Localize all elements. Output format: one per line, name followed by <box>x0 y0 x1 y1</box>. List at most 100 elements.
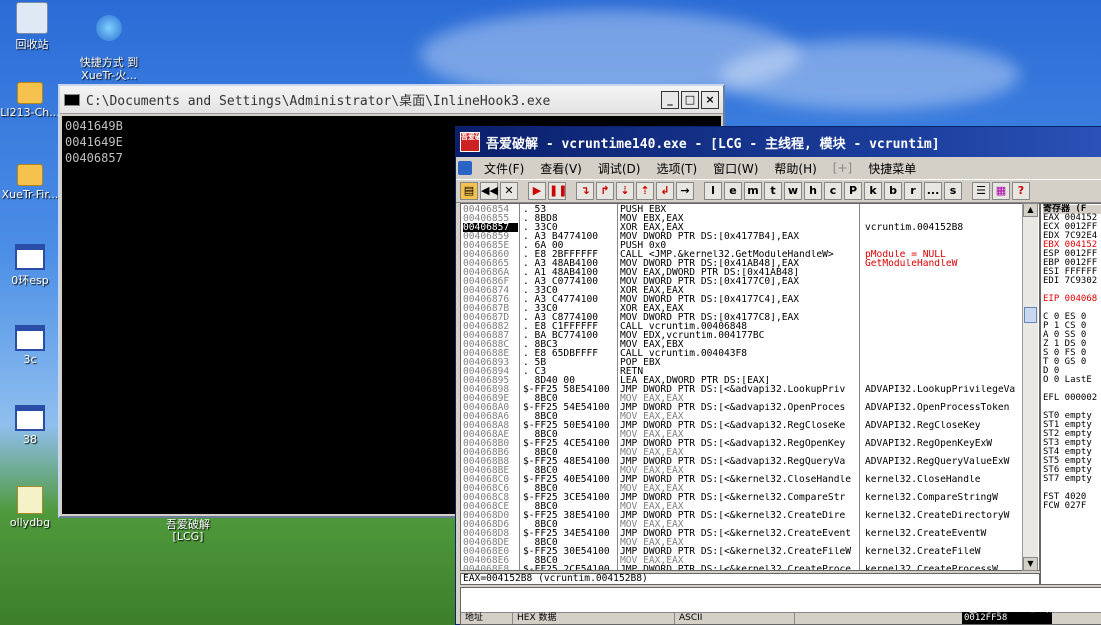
toolbar-t-button[interactable]: t <box>764 182 782 200</box>
address-cell[interactable]: 004068C8 <box>463 493 518 502</box>
address-cell[interactable]: 004068C0 <box>463 475 518 484</box>
restart-icon[interactable]: ◀◀ <box>480 182 498 200</box>
menu-help[interactable]: 帮助(H) <box>766 160 824 177</box>
toolbar-w-button[interactable]: w <box>784 182 802 200</box>
address-cell[interactable]: 00406859 <box>463 232 518 241</box>
hex-cell[interactable]: . A1 48AB4100 <box>523 268 618 277</box>
hex-cell[interactable]: . 33C0 <box>523 286 618 295</box>
hex-cell[interactable]: . 6A 00 <box>523 241 618 250</box>
disasm-cell[interactable]: MOV EDX,vcruntim.004177BC <box>620 331 855 340</box>
hex-cell[interactable]: $-FF25 3CE54100 <box>523 493 618 502</box>
address-cell[interactable]: 00406882 <box>463 322 518 331</box>
comment-cell[interactable]: ADVAPI32.OpenProcessToken <box>865 403 1035 412</box>
hex-cell[interactable]: 8BC0 <box>523 556 618 565</box>
menu-plus[interactable]: [+] <box>825 161 860 175</box>
menu-debug[interactable]: 调试(D) <box>590 160 649 177</box>
hex-cell[interactable]: . A3 C8774100 <box>523 313 618 322</box>
address-cell[interactable]: 004068C6 <box>463 484 518 493</box>
comment-cell[interactable] <box>865 412 1035 421</box>
toolbar-r-button[interactable]: r <box>904 182 922 200</box>
toolbar-h-button[interactable]: h <box>804 182 822 200</box>
hex-cell[interactable]: . C3 <box>523 367 618 376</box>
disasm-cell[interactable]: MOV EAX,EAX <box>620 520 855 529</box>
comment-cell[interactable] <box>865 538 1035 547</box>
address-cell[interactable]: 0040685E <box>463 241 518 250</box>
help-icon[interactable]: ? <box>1012 182 1030 200</box>
hex-cell[interactable]: . A3 C4774100 <box>523 295 618 304</box>
disasm-cell[interactable]: MOV EAX,EAX <box>620 394 855 403</box>
comment-cell[interactable] <box>865 484 1035 493</box>
comment-cell[interactable] <box>865 556 1035 565</box>
hex-cell[interactable]: . 53 <box>523 205 618 214</box>
comment-cell[interactable] <box>865 520 1035 529</box>
step-into-icon[interactable]: ↴ <box>576 182 594 200</box>
hex-cell[interactable]: $-FF25 50E54100 <box>523 421 618 430</box>
comment-cell[interactable] <box>865 358 1035 367</box>
toolbar-dots-button[interactable]: ... <box>924 182 942 200</box>
address-cell[interactable]: 00406865 <box>463 259 518 268</box>
disasm-cell[interactable]: JMP DWORD PTR DS:[<&advapi32.RegCloseKe <box>620 421 855 430</box>
menu-options[interactable]: 选项(T) <box>648 160 705 177</box>
hex-cell[interactable]: $-FF25 34E54100 <box>523 529 618 538</box>
comment-cell[interactable] <box>865 277 1035 286</box>
disasm-cell[interactable]: MOV EAX,EAX <box>620 484 855 493</box>
hex-cell[interactable]: $-FF25 54E54100 <box>523 403 618 412</box>
menu-shortcut[interactable]: 快捷菜单 <box>860 160 924 177</box>
open-icon[interactable]: ▤ <box>460 182 478 200</box>
disasm-cell[interactable]: MOV EAX,EAX <box>620 448 855 457</box>
disasm-cell[interactable]: PUSH 0x0 <box>620 241 855 250</box>
disasm-cell[interactable]: JMP DWORD PTR DS:[<&kernel32.CreateEvent <box>620 529 855 538</box>
disassembly-pane[interactable]: 00406854 00406855 00406857 00406859 0040685E… <box>460 203 1040 571</box>
address-cell[interactable]: 0040688C <box>463 340 518 349</box>
desktop-icon-0esp[interactable]: 0环esp <box>0 244 62 288</box>
comment-cell[interactable] <box>865 214 1035 223</box>
comment-cell[interactable]: kernel32.CompareStringW <box>865 493 1035 502</box>
hex-cell[interactable]: . E8 65DBFFFF <box>523 349 618 358</box>
disasm-cell[interactable]: JMP DWORD PTR DS:[<&advapi32.OpenProces <box>620 403 855 412</box>
address-cell[interactable]: 0040686F <box>463 277 518 286</box>
desktop-icon-recycle-bin[interactable]: 回收站 <box>0 2 64 52</box>
comment-cell[interactable] <box>865 448 1035 457</box>
comment-cell[interactable] <box>865 367 1035 376</box>
address-cell[interactable]: 00406855 <box>463 214 518 223</box>
scroll-thumb[interactable] <box>1024 307 1037 323</box>
hex-cell[interactable]: $-FF25 40E54100 <box>523 475 618 484</box>
hex-cell[interactable]: . 8BC3 <box>523 340 618 349</box>
comment-cell[interactable]: kernel32.CreateProcessW <box>865 565 1035 570</box>
comment-cell[interactable] <box>865 466 1035 475</box>
disasm-cell[interactable]: CALL vcruntim.004043F8 <box>620 349 855 358</box>
desktop-icon-ollydbg[interactable]: ollydbg <box>0 486 62 529</box>
toolbar-e-button[interactable]: e <box>724 182 742 200</box>
hex-cell[interactable]: 8BC0 <box>523 502 618 511</box>
debugger-titlebar[interactable]: 吾爱破解 吾爱破解 - vcruntime140.exe - [LCG - 主线… <box>456 127 1101 157</box>
address-cell[interactable]: 00406895 <box>463 376 518 385</box>
console-titlebar[interactable]: C:\Documents and Settings\Administrator\… <box>60 86 723 114</box>
disasm-cell[interactable]: JMP DWORD PTR DS:[<&advapi32.RegQueryVa <box>620 457 855 466</box>
disasm-cell[interactable]: MOV EAX,EAX <box>620 502 855 511</box>
comment-cell[interactable]: kernel32.CreateDirectoryW <box>865 511 1035 520</box>
address-cell[interactable]: 00406874 <box>463 286 518 295</box>
address-cell[interactable]: 004068A0 <box>463 403 518 412</box>
execute-till-return-icon[interactable]: ↲ <box>656 182 674 200</box>
address-cell[interactable]: 0040689E <box>463 394 518 403</box>
address-cell[interactable]: 004068CE <box>463 502 518 511</box>
disasm-cell[interactable]: MOV EAX,EAX <box>620 412 855 421</box>
hex-cell[interactable]: 8BC0 <box>523 538 618 547</box>
address-cell[interactable]: 00406857 <box>463 223 518 232</box>
toolbar-p-button[interactable]: P <box>844 182 862 200</box>
desktop-icon-od-label[interactable]: 吾爱破解 [LCG] <box>148 519 228 543</box>
address-cell[interactable]: 004068D8 <box>463 529 518 538</box>
hex-cell[interactable]: 8BC0 <box>523 430 618 439</box>
trace-into-icon[interactable]: ⇣ <box>616 182 634 200</box>
toolbar-b-button[interactable]: b <box>884 182 902 200</box>
address-cell[interactable]: 00406876 <box>463 295 518 304</box>
address-cell[interactable]: 004068DE <box>463 538 518 547</box>
close-button[interactable]: × <box>701 90 719 109</box>
hex-cell[interactable]: . 8BD8 <box>523 214 618 223</box>
address-cell[interactable]: 00406860 <box>463 250 518 259</box>
register-row[interactable]: EDI 7C9302 <box>1043 277 1101 286</box>
hex-cell[interactable]: $-FF25 38E54100 <box>523 511 618 520</box>
hex-cell[interactable]: $-FF25 58E54100 <box>523 385 618 394</box>
hex-cell[interactable]: 8BC0 <box>523 466 618 475</box>
address-cell[interactable]: 00406854 <box>463 205 518 214</box>
